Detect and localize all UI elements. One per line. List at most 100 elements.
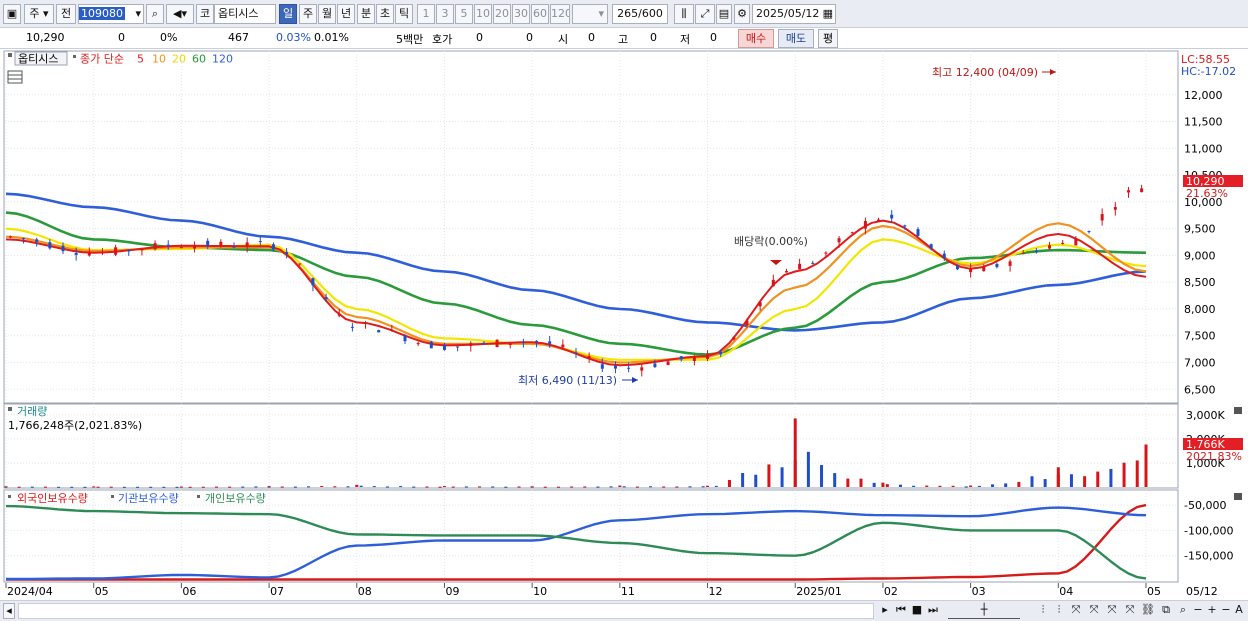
volume-bar <box>451 486 455 488</box>
zoom-search-icon[interactable]: ⌕ <box>1176 603 1190 619</box>
chain-icon[interactable]: ⛓ <box>1140 603 1156 619</box>
volume-bar <box>1017 481 1021 487</box>
speaker-icon[interactable]: ◀▾ <box>166 4 194 24</box>
candle-icon[interactable]: ⫼ <box>674 4 694 24</box>
candle-body <box>903 225 907 227</box>
legend-ma10[interactable]: 10 <box>152 53 166 66</box>
interval-5[interactable]: 5 <box>455 4 473 24</box>
chart-tool-2-icon[interactable]: ⫶ <box>1052 603 1066 619</box>
copy-icon[interactable]: ⧉ <box>1158 603 1174 619</box>
zoom-slider[interactable]: ┼ <box>948 603 1020 619</box>
interval-120[interactable]: 120 <box>550 4 570 24</box>
interval-1[interactable]: 1 <box>417 4 435 24</box>
candle-body <box>1100 214 1104 221</box>
x-tick-label: 10 <box>533 585 547 598</box>
name-prefix[interactable]: 코 <box>196 4 214 24</box>
period-tick[interactable]: 틱 <box>395 4 413 24</box>
legend-ma20[interactable]: 20 <box>172 53 186 66</box>
volume-last-pct: 2021.83% <box>1186 450 1242 463</box>
buy-button[interactable]: 매수 <box>738 29 774 48</box>
window-icon[interactable]: ▣ <box>3 4 21 24</box>
forward-icon[interactable]: ⏭ <box>926 603 940 619</box>
legend-ma120[interactable]: 120 <box>212 53 233 66</box>
draw-icon[interactable]: ⤢ <box>695 4 715 24</box>
period-month[interactable]: 월 <box>318 4 336 24</box>
volume-panel-close-icon[interactable] <box>1234 407 1242 414</box>
holdings-y-tick: -50,000 <box>1184 499 1226 512</box>
volume-title: 거래량 <box>17 405 47 418</box>
quote-high-label: 고 <box>618 33 629 46</box>
zoom-out-icon[interactable]: − <box>1192 603 1204 619</box>
period-day[interactable]: 일 <box>279 4 297 24</box>
candle-body <box>179 247 183 249</box>
stop-icon[interactable]: ■ <box>910 603 924 619</box>
overlay-icon[interactable]: ⤧ <box>1122 603 1138 619</box>
chart-canvas[interactable]: 12,00011,50011,00010,50010,0009,5009,000… <box>0 50 1248 600</box>
compare-icon[interactable]: ⤧ <box>1086 603 1102 619</box>
quote-bar: 10,290 0 0% 467 0.03% 0.01% 5백만 호가 0 0 시… <box>0 28 1248 49</box>
quote-ask2: 0 <box>526 31 533 44</box>
volume-bar <box>977 485 981 487</box>
candle-body <box>666 361 670 366</box>
volume-bar <box>478 486 482 488</box>
chart-tool-1-icon[interactable]: ⫶ <box>1036 603 1050 619</box>
code-text: 109080 <box>79 7 125 20</box>
font-size-icon[interactable]: A <box>1232 603 1246 619</box>
zoom-in-icon[interactable]: + <box>1206 603 1218 619</box>
sell-button[interactable]: 매도 <box>778 29 814 48</box>
search-icon[interactable]: ⌕ <box>146 4 164 24</box>
legend-institution[interactable]: 기관보유수량 <box>118 492 179 505</box>
scroll-left-icon[interactable]: ◂ <box>3 603 15 619</box>
period-year[interactable]: 년 <box>337 4 355 24</box>
market-select[interactable]: 주 ▾ <box>24 4 54 24</box>
dividend-annotation: 배당락(0.00%) <box>734 235 808 248</box>
prev-button[interactable]: 전 <box>56 4 76 24</box>
count-field[interactable]: 265/600 <box>612 4 668 24</box>
volume-bar <box>649 486 653 488</box>
code-input[interactable]: 109080 ▾ <box>78 4 144 24</box>
legend-ma60[interactable]: 60 <box>192 53 206 66</box>
rewind-icon[interactable]: ⏮ <box>894 603 908 619</box>
interval-10[interactable]: 10 <box>474 4 492 24</box>
period-minute[interactable]: 분 <box>357 4 375 24</box>
legend-foreign[interactable]: 외국인보유수량 <box>17 492 88 505</box>
candle-body <box>258 241 262 243</box>
scale-icon[interactable]: ⤧ <box>1104 603 1120 619</box>
save-icon[interactable]: ▤ <box>716 4 732 24</box>
interval-20[interactable]: 20 <box>493 4 511 24</box>
link-icon[interactable]: ⤧ <box>1068 603 1084 619</box>
volume-bar <box>122 486 126 488</box>
interval-3[interactable]: 3 <box>436 4 454 24</box>
legend-individual[interactable]: 개인보유수량 <box>205 492 266 505</box>
eval-button[interactable]: 평 <box>818 29 838 48</box>
volume-bar <box>385 486 389 488</box>
horizontal-scrollbar[interactable] <box>18 603 874 619</box>
interval-60[interactable]: 60 <box>531 4 549 24</box>
volume-bar <box>727 479 731 487</box>
quote-high: 0 <box>650 31 657 44</box>
x-tick-label: 06 <box>182 585 196 598</box>
candle-body <box>193 245 197 249</box>
period-week[interactable]: 주 <box>299 4 317 24</box>
minus-icon[interactable]: − <box>1220 603 1232 619</box>
volume-bar <box>214 486 218 488</box>
candle-body <box>324 297 328 300</box>
table-icon[interactable] <box>7 70 23 84</box>
volume-bar <box>859 478 863 487</box>
date-field[interactable]: 2025/05/12 ▦ <box>752 4 836 24</box>
candle-body <box>429 341 433 349</box>
volume-bar <box>872 482 876 487</box>
legend-close-sma[interactable]: 종가 단순 <box>80 53 124 66</box>
interval-30[interactable]: 30 <box>512 4 530 24</box>
chevron-down-icon: ▾ <box>135 7 141 20</box>
legend-ma5[interactable]: 5 <box>137 53 144 66</box>
holdings-panel-close-icon[interactable] <box>1234 493 1242 500</box>
gear-icon[interactable]: ⚙ <box>734 4 750 24</box>
legend-marker-icon <box>111 495 114 498</box>
interval-custom-select[interactable]: ▾ <box>572 4 608 24</box>
bottom-toolbar: ◂ ▸ ⏮ ■ ⏭ ┼ ⫶ ⫶ ⤧ ⤧ ⤧ ⤧ ⛓ ⧉ ⌕ − + − A <box>0 600 1248 621</box>
stock-name-field[interactable]: 옵티시스 <box>214 4 276 24</box>
play-icon[interactable]: ▸ <box>878 603 892 619</box>
chart-area[interactable]: 12,00011,50011,00010,50010,0009,5009,000… <box>0 50 1248 600</box>
period-second[interactable]: 초 <box>376 4 394 24</box>
